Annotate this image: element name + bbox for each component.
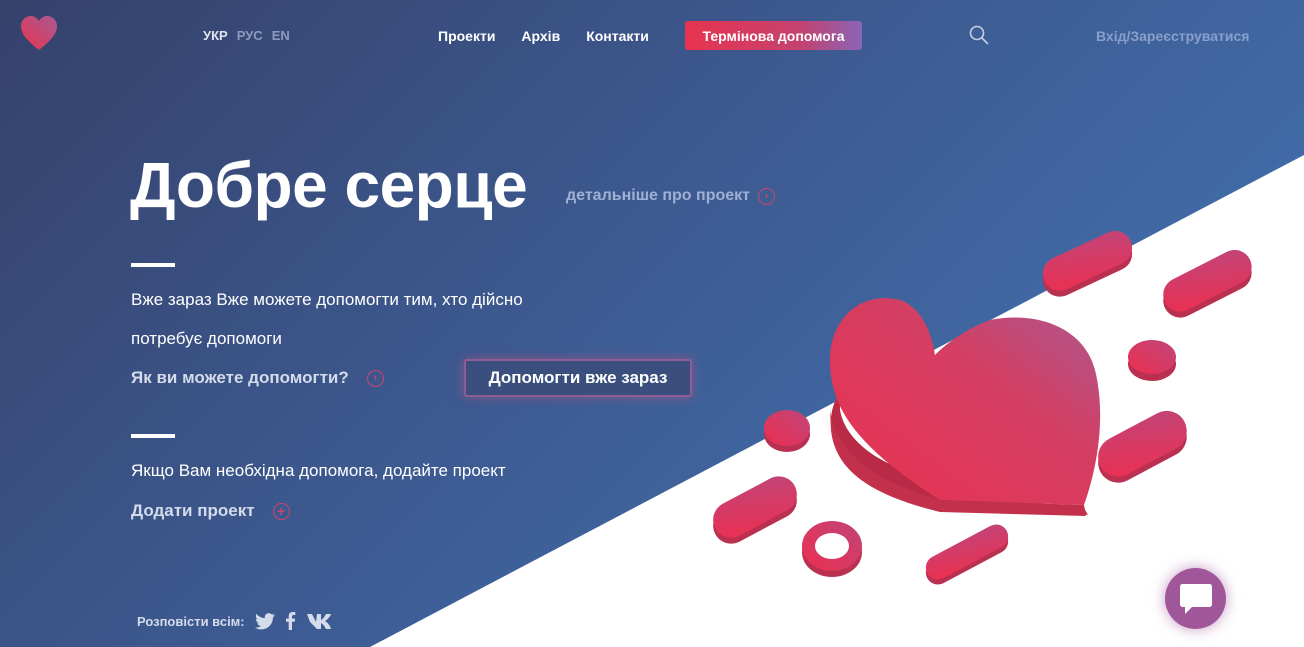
divider	[131, 263, 175, 267]
divider	[131, 434, 175, 438]
share-bar: Розповісти всім:	[137, 612, 336, 630]
language-switcher: УКР РУС EN	[203, 28, 290, 43]
need-help-text: Якщо Вам необхідна допомога, додайте про…	[131, 461, 506, 480]
how-to-help-label: Як ви можете допомогти?	[131, 368, 349, 387]
facebook-icon[interactable]	[285, 612, 296, 630]
twitter-icon[interactable]	[254, 612, 275, 630]
nav-projects[interactable]: Проекти	[438, 28, 495, 44]
search-icon[interactable]	[969, 25, 989, 45]
intro-text-line2: потребує допомоги	[131, 329, 282, 348]
vk-icon[interactable]	[306, 613, 336, 630]
lang-rus[interactable]: РУС	[237, 28, 263, 43]
nav-contacts[interactable]: Контакти	[586, 28, 649, 44]
plus-icon: +	[272, 502, 290, 520]
login-register-link[interactable]: Вхід/Зареєструватися	[1096, 28, 1249, 44]
help-now-button[interactable]: Допомогти вже зараз	[464, 359, 692, 397]
logo-heart-icon[interactable]	[20, 16, 58, 52]
intro-text-line1: Вже зараз Вже можете допомогти тим, хто …	[131, 290, 523, 309]
how-to-help-link[interactable]: Як ви можете допомогти? ›	[131, 368, 384, 388]
add-project-label: Додати проект	[131, 501, 255, 520]
heart-illustration	[713, 230, 1252, 585]
chat-widget-button[interactable]	[1165, 568, 1226, 629]
chevron-right-icon: ›	[366, 369, 384, 387]
more-about-project-link[interactable]: детальніше про проект ›	[566, 187, 775, 205]
urgent-help-button[interactable]: Термінова допомога	[685, 21, 862, 50]
lang-en[interactable]: EN	[272, 28, 290, 43]
more-about-project-label: детальніше про проект	[566, 187, 750, 204]
add-project-link[interactable]: Додати проект +	[131, 501, 290, 521]
page-title: Добре серце	[130, 149, 528, 221]
chevron-right-icon: ›	[757, 187, 775, 205]
share-label: Розповісти всім:	[137, 613, 245, 629]
chat-bubble-icon	[1179, 583, 1212, 614]
main-nav: Проекти Архів Контакти	[438, 28, 649, 44]
nav-archive[interactable]: Архів	[521, 28, 560, 44]
lang-ukr[interactable]: УКР	[203, 28, 228, 43]
